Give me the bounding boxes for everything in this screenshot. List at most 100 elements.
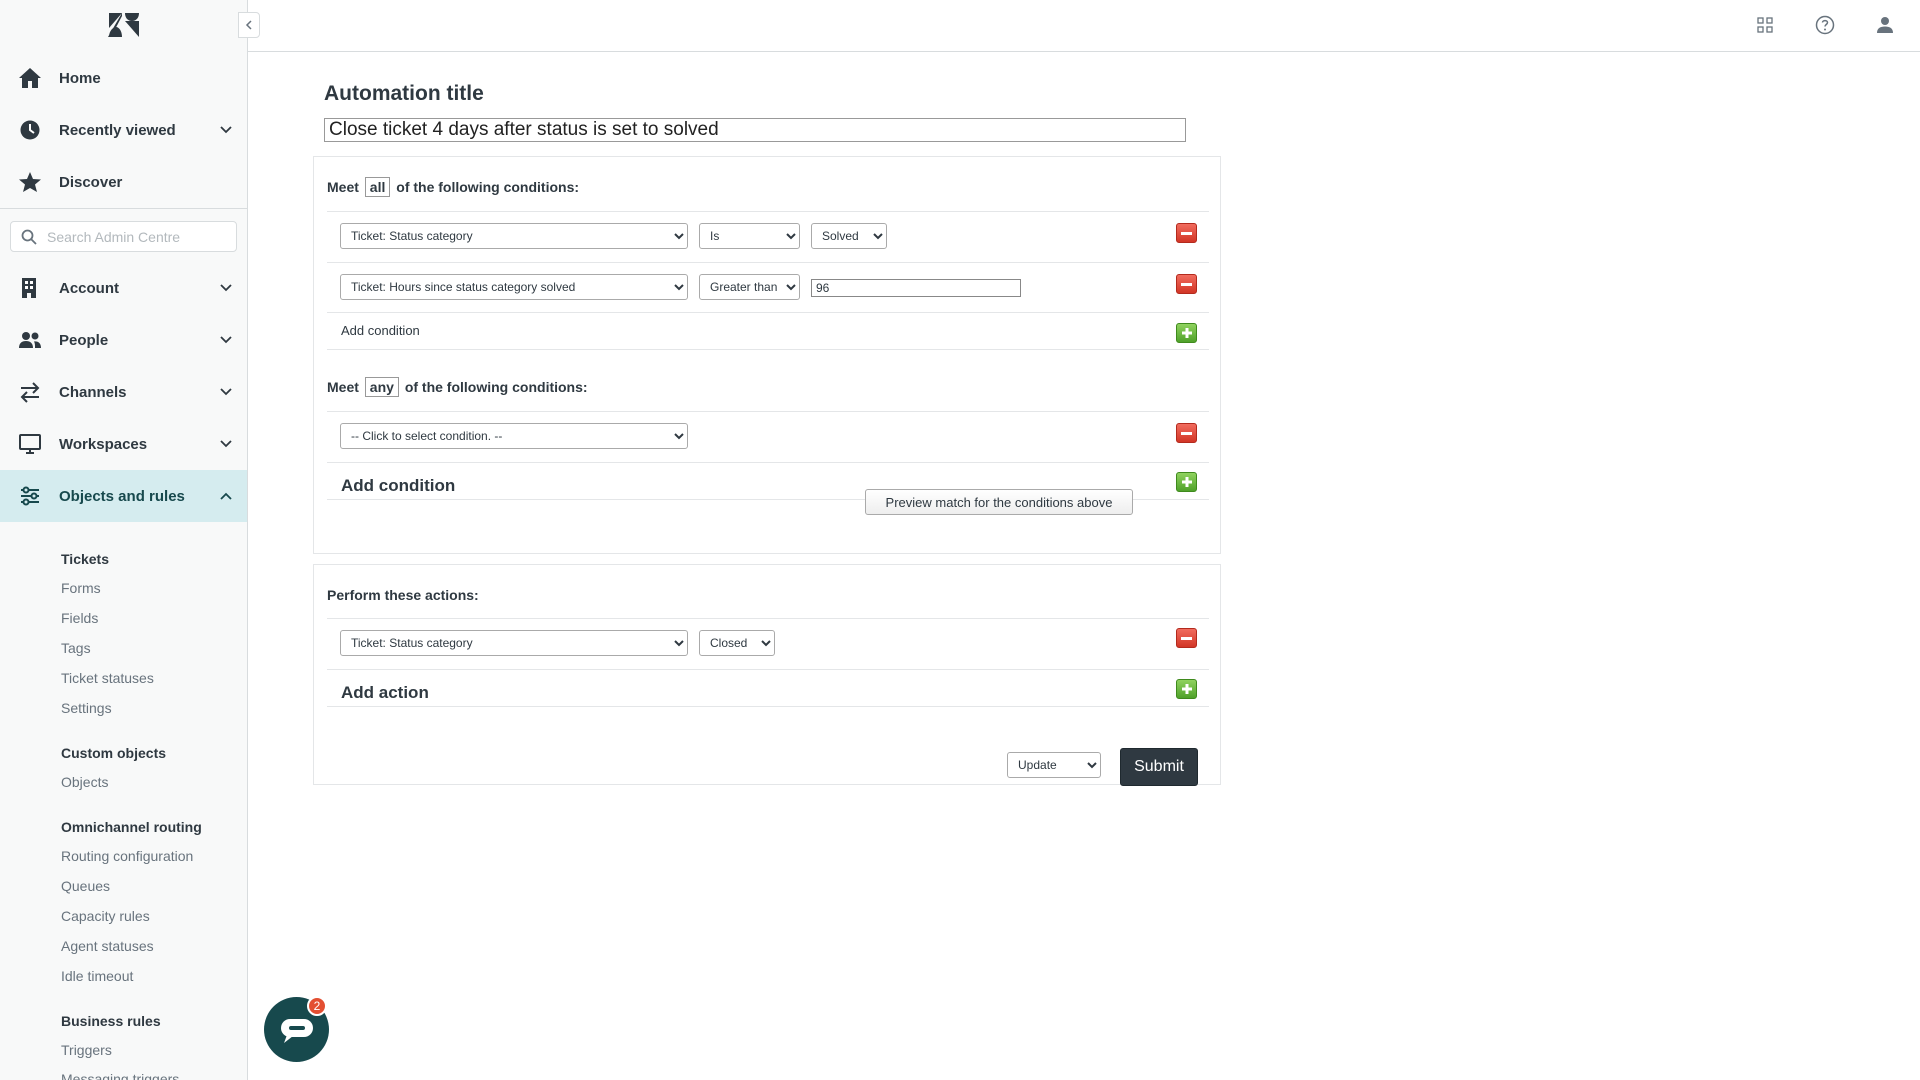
minus-icon — [1181, 431, 1192, 435]
nav-recently-viewed-label: Recently viewed — [59, 121, 176, 139]
people-icon — [19, 332, 41, 348]
add-condition-all-button[interactable] — [1176, 323, 1197, 343]
condition-field-select[interactable]: Ticket: Hours since status category solv… — [340, 274, 688, 300]
nav-channels[interactable]: Channels — [0, 366, 247, 418]
sublink-capacity-rules[interactable]: Capacity rules — [61, 908, 150, 924]
chat-icon — [280, 1018, 313, 1043]
nav-workspaces-label: Workspaces — [59, 435, 148, 453]
row-divider — [327, 669, 1209, 670]
nav-recently-viewed[interactable]: Recently viewed — [0, 104, 247, 156]
nav-people[interactable]: People — [0, 314, 247, 366]
sublink-objects[interactable]: Objects — [61, 774, 108, 790]
any-conditions-suffix: of the following conditions: — [404, 379, 588, 395]
nav-account-label: Account — [59, 279, 119, 297]
user-icon — [1877, 17, 1893, 33]
condition-operator-select[interactable]: Is — [699, 223, 800, 249]
row-divider — [327, 262, 1209, 263]
condition-operator-select[interactable]: Greater than — [699, 274, 800, 300]
arrows-exchange-icon — [20, 382, 40, 403]
sublink-routing-configuration[interactable]: Routing configuration — [61, 848, 193, 864]
chat-unread-badge: 2 — [307, 996, 327, 1016]
any-conditions-prefix: Meet — [327, 379, 359, 395]
add-condition-any-button[interactable] — [1176, 472, 1197, 492]
row-divider — [327, 411, 1209, 412]
search-icon — [21, 229, 37, 245]
condition-field-select[interactable]: Ticket: Status category — [340, 223, 688, 249]
zendesk-logo[interactable] — [108, 12, 140, 38]
actions-heading: Perform these actions: — [327, 587, 479, 603]
chevron-down-icon — [220, 284, 232, 292]
sublink-queues[interactable]: Queues — [61, 878, 110, 894]
sublink-triggers[interactable]: Triggers — [61, 1042, 112, 1058]
collapse-sidebar-button[interactable] — [238, 12, 260, 38]
building-icon — [22, 278, 36, 298]
preview-match-button[interactable]: Preview match for the conditions above — [865, 489, 1133, 515]
remove-action-button[interactable] — [1176, 628, 1197, 648]
action-value-select[interactable]: Closed — [699, 630, 775, 656]
sublink-messaging-triggers[interactable]: Messaging triggers — [61, 1071, 179, 1080]
admin-search-input[interactable] — [47, 227, 227, 247]
products-grid-button[interactable] — [1754, 14, 1776, 36]
nav-objects-and-rules-label: Objects and rules — [59, 487, 185, 505]
monitor-icon — [19, 434, 41, 454]
user-profile-button[interactable] — [1874, 14, 1896, 36]
nav-people-label: People — [59, 331, 109, 349]
remove-condition-button[interactable] — [1176, 423, 1197, 443]
top-bar — [248, 0, 1920, 52]
sublink-settings[interactable]: Settings — [61, 700, 112, 716]
add-condition-all-link[interactable]: Add condition — [341, 323, 420, 338]
add-condition-any-link[interactable]: Add condition — [341, 476, 455, 496]
automation-title-input[interactable] — [324, 118, 1186, 142]
minus-icon — [1181, 231, 1192, 235]
sublink-tags[interactable]: Tags — [61, 640, 91, 656]
sublink-fields[interactable]: Fields — [61, 610, 98, 626]
nav-home[interactable]: Home — [0, 52, 247, 104]
sublink-agent-statuses[interactable]: Agent statuses — [61, 938, 154, 954]
chevron-left-icon — [245, 20, 252, 30]
all-conditions-heading: Meet all of the following conditions: — [327, 177, 579, 197]
remove-condition-button[interactable] — [1176, 223, 1197, 243]
submit-button[interactable]: Submit — [1120, 748, 1198, 786]
plus-icon — [1181, 477, 1192, 487]
chevron-down-icon — [220, 126, 232, 134]
action-field-select[interactable]: Ticket: Status category — [340, 630, 688, 656]
any-conditions-heading: Meet any of the following conditions: — [327, 377, 588, 397]
nav-channels-label: Channels — [59, 383, 127, 401]
nav-account[interactable]: Account — [0, 262, 247, 314]
row-divider — [327, 618, 1209, 619]
sublink-ticket-statuses[interactable]: Ticket statuses — [61, 670, 154, 686]
automation-title-label: Automation title — [324, 82, 484, 105]
condition-field-select[interactable]: -- Click to select condition. -- — [340, 423, 688, 449]
all-conditions-suffix: of the following conditions: — [396, 179, 580, 195]
help-button[interactable] — [1814, 14, 1836, 36]
condition-value-input[interactable] — [811, 279, 1021, 297]
home-icon — [19, 68, 41, 88]
remove-condition-button[interactable] — [1176, 274, 1197, 294]
add-action-link[interactable]: Add action — [341, 683, 429, 703]
sublink-idle-timeout[interactable]: Idle timeout — [61, 968, 133, 984]
row-divider — [327, 462, 1209, 463]
nav-objects-and-rules[interactable]: Objects and rules — [0, 470, 247, 522]
chevron-down-icon — [220, 388, 232, 396]
add-action-button[interactable] — [1176, 679, 1197, 699]
minus-icon — [1181, 636, 1192, 640]
nav-discover[interactable]: Discover — [0, 156, 247, 208]
plus-icon — [1181, 684, 1192, 694]
plus-icon — [1181, 328, 1192, 338]
section-heading-custom-objects: Custom objects — [61, 745, 167, 761]
row-divider — [327, 211, 1209, 212]
objects-rules-icon — [21, 486, 39, 506]
star-icon — [19, 172, 41, 192]
sublink-forms[interactable]: Forms — [61, 580, 101, 596]
admin-search[interactable] — [10, 221, 237, 252]
update-select[interactable]: Update — [1007, 752, 1101, 778]
nav-workspaces[interactable]: Workspaces — [0, 418, 247, 470]
section-heading-omnichannel-routing: Omnichannel routing — [61, 819, 202, 835]
chevron-down-icon — [220, 440, 232, 448]
row-divider — [327, 706, 1209, 707]
main-content: Automation title Meet all of the followi… — [248, 52, 1920, 1080]
all-conditions-prefix: Meet — [327, 179, 359, 195]
section-heading-tickets: Tickets — [61, 551, 109, 567]
sidebar: Home Recently viewed Discover Account — [0, 0, 248, 1080]
condition-value-select[interactable]: Solved — [811, 223, 887, 249]
